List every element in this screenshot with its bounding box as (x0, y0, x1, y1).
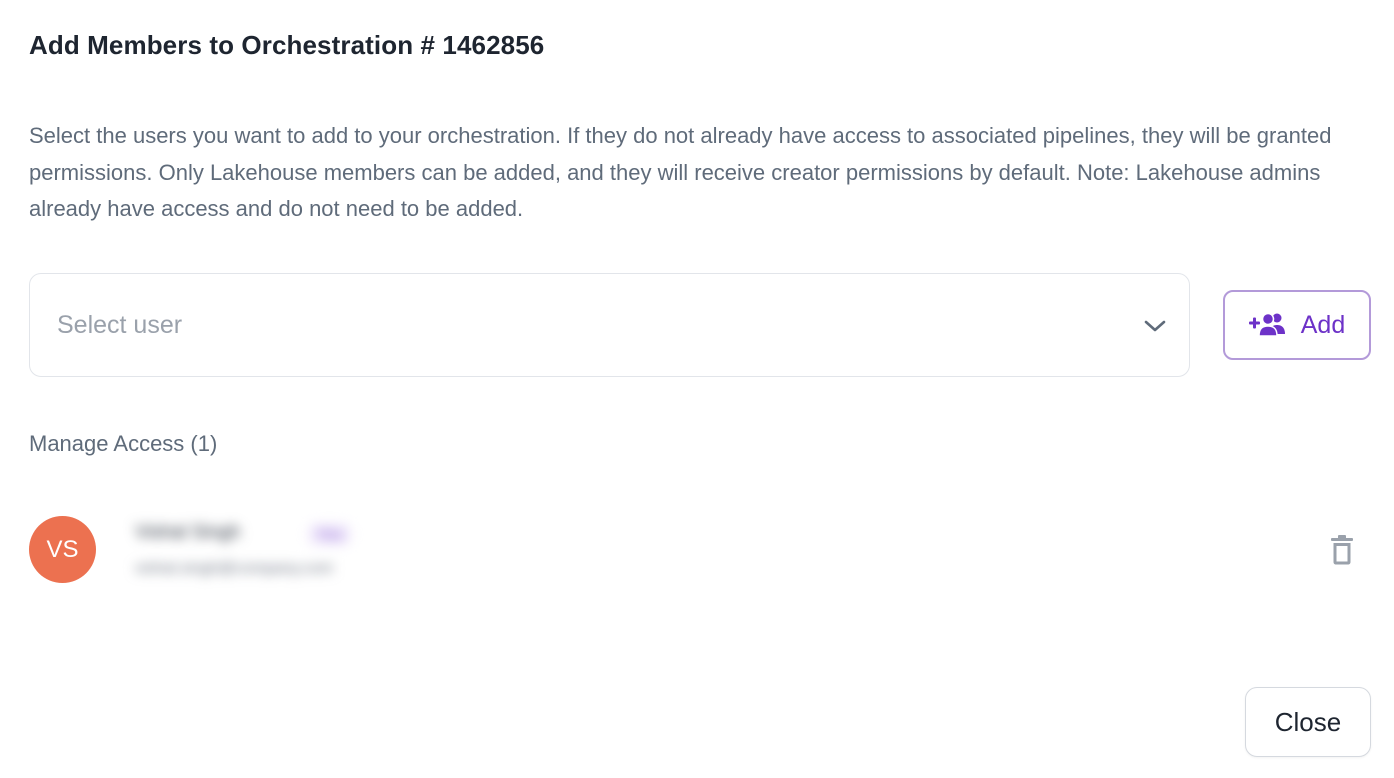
add-members-dialog: Add Members to Orchestration # 1462856 S… (0, 0, 1394, 778)
user-select-placeholder: Select user (57, 310, 183, 339)
manage-access-label: Manage Access (1) (29, 431, 218, 456)
member-name: Vishal Singh (135, 522, 241, 543)
member-email: vishal.singh@company.com (135, 560, 334, 577)
close-button[interactable]: Close (1245, 687, 1371, 757)
member-info: Vishal Singh You vishal.singh@company.co… (129, 516, 419, 584)
trash-icon[interactable] (1330, 535, 1354, 565)
avatar: VS (29, 516, 96, 583)
user-select[interactable]: Select user (29, 273, 1190, 377)
add-button-label: Add (1300, 310, 1346, 339)
member-role-badge: You (309, 524, 351, 545)
add-button[interactable]: Add (1223, 290, 1371, 360)
chevron-down-icon (1144, 320, 1166, 332)
member-row: VS Vishal Singh You vishal.singh@company… (29, 516, 1369, 584)
dialog-title: Add Members to Orchestration # 1462856 (29, 30, 545, 60)
add-group-icon (1248, 312, 1285, 337)
dialog-description: Select the users you want to add to your… (29, 123, 1332, 221)
